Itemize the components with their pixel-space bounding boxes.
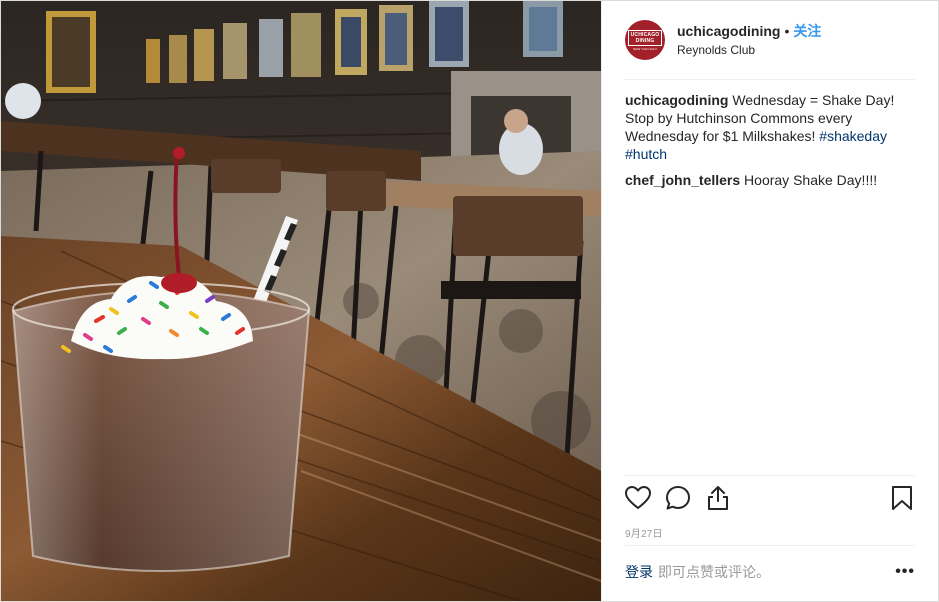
- login-link[interactable]: 登录: [625, 562, 653, 582]
- avatar-sub: NEW CHICAGO: [632, 46, 658, 51]
- hashtag-link[interactable]: #shakeday: [819, 128, 887, 144]
- header-text: uchicagodining • 关注 Reynolds Club: [677, 22, 821, 58]
- header-username[interactable]: uchicagodining: [677, 23, 780, 39]
- header-top-row: uchicagodining • 关注: [677, 22, 821, 40]
- post-header: UCHICAGO DINING NEW CHICAGO uchicagodini…: [602, 1, 938, 79]
- bookmark-icon: [892, 486, 912, 510]
- actions-divider: [625, 475, 915, 476]
- comment-username[interactable]: chef_john_tellers: [625, 172, 740, 188]
- action-bar: [624, 483, 916, 513]
- share-icon: [708, 486, 728, 510]
- comment-caption: uchicagodining Wednesday = Shake Day! St…: [625, 91, 918, 163]
- post-date[interactable]: 9月27日: [625, 525, 663, 540]
- comment-footer: 登录 即可点赞或评论。 •••: [625, 557, 915, 587]
- comment-button[interactable]: [664, 484, 692, 512]
- header-separator: •: [784, 23, 790, 39]
- comment-item: chef_john_tellers Hooray Shake Day!!!!: [625, 171, 918, 189]
- comment-prompt: 即可点赞或评论。: [658, 564, 770, 580]
- comment-text: Hooray Shake Day!!!!: [740, 172, 878, 188]
- avatar-logo: UCHICAGO DINING: [627, 29, 663, 46]
- location-link[interactable]: Reynolds Club: [677, 42, 821, 58]
- header-divider: [625, 79, 915, 80]
- heart-icon: [625, 486, 651, 509]
- avatar-line2: DINING: [635, 37, 655, 44]
- like-button[interactable]: [624, 484, 652, 512]
- instagram-post: UCHICAGO DINING NEW CHICAGO uchicagodini…: [0, 0, 939, 602]
- share-button[interactable]: [704, 484, 732, 512]
- avatar-line1: UCHICAGO: [630, 31, 660, 38]
- post-side-panel: UCHICAGO DINING NEW CHICAGO uchicagodini…: [601, 1, 938, 601]
- more-options-button[interactable]: •••: [895, 563, 915, 581]
- comment-username[interactable]: uchicagodining: [625, 92, 728, 108]
- avatar[interactable]: UCHICAGO DINING NEW CHICAGO: [625, 20, 665, 60]
- comments-list: uchicagodining Wednesday = Shake Day! St…: [625, 91, 918, 197]
- comment-bubble-icon: [666, 486, 690, 510]
- milkshake-photo-image: [1, 1, 601, 601]
- hashtag-link[interactable]: #hutch: [625, 146, 667, 162]
- footer-divider: [625, 545, 915, 546]
- follow-button[interactable]: 关注: [793, 23, 821, 39]
- post-photo[interactable]: [1, 1, 601, 601]
- save-button[interactable]: [888, 484, 916, 512]
